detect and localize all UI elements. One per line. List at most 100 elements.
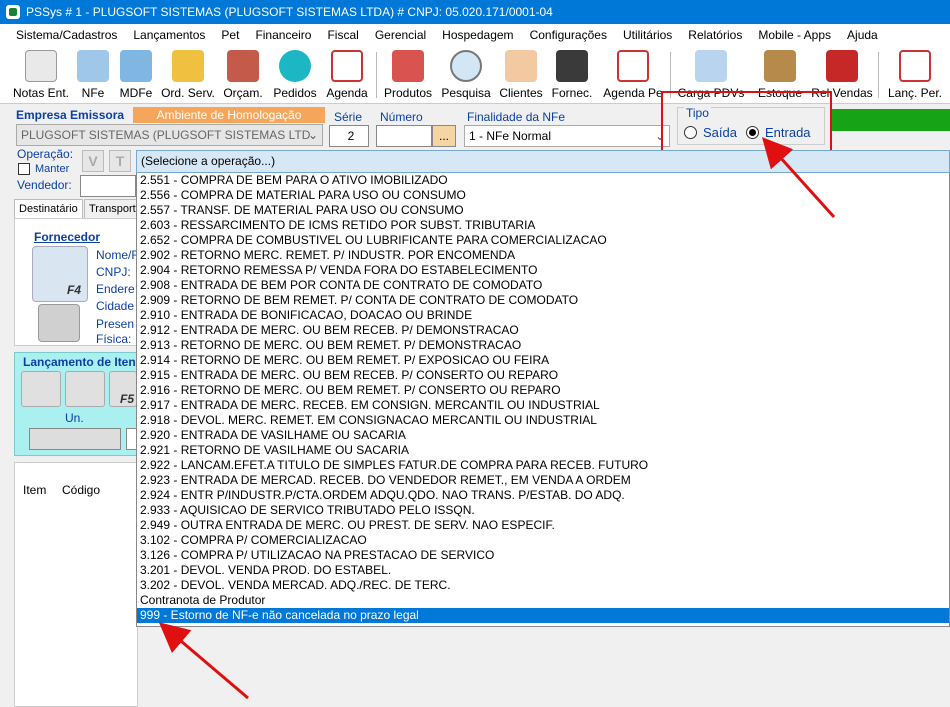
f4-label: F4 [66,283,81,297]
operacao-option[interactable]: 2.908 - ENTRADA DE BEM POR CONTA DE CONT… [137,278,949,293]
operacao-option[interactable]: 2.921 - RETORNO DE VASILHAME OU SACARIA [137,443,949,458]
operacao-option[interactable]: 2.910 - ENTRADA DE BONIFICACAO, DOACAO O… [137,308,949,323]
menu-gerencial[interactable]: Gerencial [367,24,434,46]
disc-icon[interactable] [65,371,105,407]
empresa-select[interactable]: PLUGSOFT SISTEMAS (PLUGSOFT SISTEMAS LTD… [16,124,323,146]
toolbar-lanc-per-button[interactable]: Lanç. Per. [884,46,946,104]
operacao-option[interactable]: 2.917 - ENTRADA DE MERC. RECEB. EM CONSI… [137,398,949,413]
document-icon[interactable] [21,371,61,407]
handshake-icon[interactable] [38,304,80,342]
operacao-option[interactable]: 2.913 - RETORNO DE MERC. OU BEM REMET. P… [137,338,949,353]
operacao-option[interactable]: 2.924 - ENTR P/INDUSTR.P/CTA.ORDEM ADQU.… [137,488,949,503]
operacao-option[interactable]: 999 - Estorno de NF-e não cancelada no p… [137,608,949,623]
menu-sistema-cadastros[interactable]: Sistema/Cadastros [8,24,125,46]
manter-checkbox[interactable] [18,163,30,175]
finalidade-select[interactable]: 1 - NFe Normal ⌄ [464,125,670,147]
menu-utilitarios[interactable]: Utilitários [615,24,680,46]
lancamento-itens-panel: Lançamento de Iten F5 Un. [14,352,138,456]
clients-icon [505,50,537,82]
operacao-option[interactable]: 2.652 - COMPRA DE COMBUSTIVEL OU LUBRIFI… [137,233,949,248]
operacao-option[interactable]: 2.949 - OUTRA ENTRADA DE MERC. OU PREST.… [137,518,949,533]
toolbar-pesquisa-button[interactable]: Pesquisa [440,46,492,104]
toolbar-orcamento-button[interactable]: Orçam. [220,46,266,104]
operacao-option[interactable]: 2.918 - DEVOL. MERC. REMET. EM CONSIGNAC… [137,413,949,428]
toolbar-fornecedores-button[interactable]: Fornec. [548,46,596,104]
toolbar-ordem-servico-button[interactable]: Ord. Serv. [160,46,216,104]
serie-label: Série [334,110,363,124]
operacao-label: Operação: [17,147,74,161]
operacao-option[interactable]: 2.551 - COMPRA DE BEM PARA O ATIVO IMOBI… [137,173,949,188]
grid-col-codigo: Código [62,483,101,497]
operacao-option[interactable]: Contranota de Produtor [137,593,949,608]
menu-pet[interactable]: Pet [213,24,247,46]
search-item-button[interactable]: F5 [109,371,137,407]
toolbar-pedidos-button[interactable]: Pedidos [270,46,320,104]
un-input[interactable] [29,428,121,450]
operacao-option[interactable]: 2.914 - RETORNO DE MERC. OU BEM REMET. P… [137,353,949,368]
vendedor-input[interactable] [80,175,136,197]
menu-lancamentos[interactable]: Lançamentos [125,24,213,46]
operacao-dropdown-list: 2.551 - COMPRA DE BEM PARA O ATIVO IMOBI… [136,173,950,627]
toolbar-notas-entrada-button[interactable]: Notas Ent. [10,46,72,104]
operacao-option[interactable]: 2.933 - AQUISICAO DE SERVICO TRIBUTADO P… [137,503,949,518]
operacao-option[interactable]: 2.603 - RESSARCIMENTO DE ICMS RETIDO POR… [137,218,949,233]
toolbar-mdfe-button[interactable]: MDFe [114,46,158,104]
operacao-option[interactable]: 2.556 - COMPRA DE MATERIAL PARA USO OU C… [137,188,949,203]
network-icon [695,50,727,82]
menu-configuracoes[interactable]: Configurações [522,24,615,46]
toolbar-clientes-button[interactable]: Clientes [496,46,546,104]
toolbar-separator [878,52,879,98]
operacao-option[interactable]: 3.202 - DEVOL. VENDA MERCAD. ADQ./REC. D… [137,578,949,593]
toolbar-nfe-button[interactable]: NFe [74,46,112,104]
menu-hospedagem[interactable]: Hospedagem [434,24,521,46]
empresa-label: Empresa Emissora [16,108,125,122]
menu-fiscal[interactable]: Fiscal [319,24,366,46]
menu-ajuda[interactable]: Ajuda [839,24,886,46]
numero-input[interactable] [376,125,432,147]
v-button[interactable]: V [82,150,104,172]
operacao-option[interactable]: 2.923 - ENTRADA DE MERCAD. RECEB. DO VEN… [137,473,949,488]
serie-input[interactable]: 2 [329,125,369,147]
operacao-option[interactable]: 2.904 - RETORNO REMESSA P/ VENDA FORA DO… [137,263,949,278]
operacao-option[interactable]: 3.126 - COMPRA P/ UTILIZACAO NA PRESTACA… [137,548,949,563]
operacao-option[interactable]: 2.902 - RETORNO MERC. REMET. P/ INDUSTR.… [137,248,949,263]
suppliers-icon [556,50,588,82]
operacao-option[interactable]: 2.912 - ENTRADA DE MERC. OU BEM RECEB. P… [137,323,949,338]
chart-icon [826,50,858,82]
operacao-option[interactable]: 2.909 - RETORNO DE BEM REMET. P/ CONTA D… [137,293,949,308]
toolbar-produtos-button[interactable]: Produtos [380,46,436,104]
numero-label: Número [380,110,423,124]
menu-financeiro[interactable]: Financeiro [247,24,319,46]
un-label: Un. [65,411,84,425]
f5-label: F5 [119,392,134,406]
operacao-option[interactable]: 3.201 - DEVOL. VENDA PROD. DO ESTABEL. [137,563,949,578]
operacao-select[interactable]: (Selecione a operação...) [136,150,950,173]
mdfe-icon [120,50,152,82]
calendar-icon [331,50,363,82]
finalidade-value: 1 - NFe Normal [469,129,552,143]
fornecedor-search-button[interactable]: F4 [32,246,88,302]
itens-grid: Item Código [14,462,138,707]
operacao-option[interactable]: 2.557 - TRANSF. DE MATERIAL PARA USO OU … [137,203,949,218]
pedidos-icon [279,50,311,82]
field-fisica: Física: [96,332,132,346]
fornecedor-link[interactable]: Fornecedor [34,230,100,244]
lancamento-label: Lançamento de Iten [23,355,136,369]
vendedor-label: Vendedor: [17,178,72,192]
tab-transport[interactable]: Transport [84,199,141,219]
tab-destinatario[interactable]: Destinatário [14,199,83,219]
operacao-option[interactable]: 2.920 - ENTRADA DE VASILHAME OU SACARIA [137,428,949,443]
field-cidade: Cidade [96,299,135,313]
t-button[interactable]: T [109,150,131,172]
menu-relatorios[interactable]: Relatórios [680,24,750,46]
numero-lookup-button[interactable]: ... [432,125,456,147]
operacao-option[interactable]: 2.922 - LANCAM.EFET.A TITULO DE SIMPLES … [137,458,949,473]
operacao-option[interactable]: 2.915 - ENTRADA DE MERC. OU BEM RECEB. P… [137,368,949,383]
toolbar-agenda-pe-button[interactable]: Agenda Pe [600,46,666,104]
ambiente-badge: Ambiente de Homologação [133,107,325,123]
toolbar-agenda-button[interactable]: Agenda [324,46,370,104]
menu-mobile-apps[interactable]: Mobile - Apps [750,24,839,46]
operacao-option[interactable]: 3.102 - COMPRA P/ COMERCIALIZACAO [137,533,949,548]
operacao-option[interactable]: 2.916 - RETORNO DE MERC. OU BEM REMET. P… [137,383,949,398]
cart-icon [392,50,424,82]
